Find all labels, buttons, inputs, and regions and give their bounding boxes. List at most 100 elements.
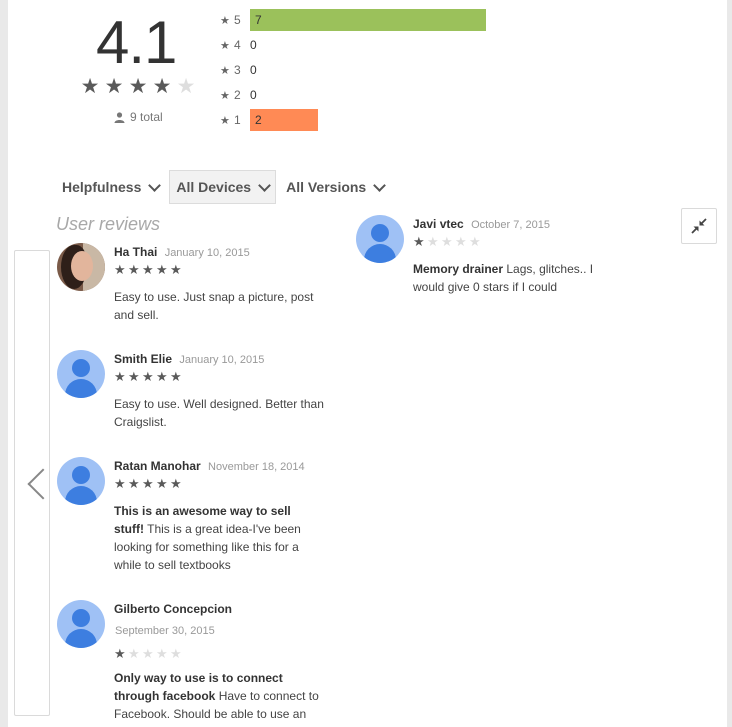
histogram-count: 2 [255,113,262,127]
star-icon: ★ [142,646,154,661]
histogram-row-3: ★ 3 0 [220,58,257,82]
star-icon: ★ [80,75,100,98]
star-icon: ★ [142,476,154,491]
review-author[interactable]: Ratan Manohar [114,459,201,473]
star-icon: ★ [156,262,168,277]
star-icon: ★ [128,75,148,98]
star-icon: ★ [114,646,126,661]
star-icon: ★ [128,476,140,491]
rating-total-label: 9 total [130,110,163,124]
star-icon: ★ [128,369,140,384]
star-icon: ★ [427,234,439,249]
star-icon: ★ [114,369,126,384]
histogram-bar: 0 [250,34,257,56]
histogram-bar: 2 [250,109,318,131]
avatar[interactable] [57,350,105,398]
reviews-page: 4.1 ★ ★ ★ ★ ★ 9 total ★ 5 7 ★ 4 0 ★ 3 0 [8,0,727,727]
person-icon [114,111,125,123]
star-icon: ★ [455,234,467,249]
chevron-left-icon [27,468,59,500]
review-body: Easy to use. Well designed. Better than … [114,395,324,431]
review-header: Javi vtec October 7, 2015 [413,217,550,231]
histogram-count: 7 [255,13,262,27]
review-body: Only way to use is to connect through fa… [114,669,324,723]
average-rating: 4.1 [96,9,177,76]
star-icon: ★ [220,114,230,127]
collapse-button[interactable] [681,208,717,244]
star-icon: ★ [220,64,230,77]
star-icon: ★ [176,75,196,98]
review-date: January 10, 2015 [179,354,265,366]
star-icon: ★ [170,369,182,384]
star-icon: ★ [413,234,425,249]
star-icon: ★ [220,89,230,102]
histogram-row-5: ★ 5 7 [220,8,486,32]
star-icon: ★ [170,476,182,491]
review-date: October 7, 2015 [471,219,550,231]
review-author[interactable]: Javi vtec [413,217,464,231]
review-text: Easy to use. Well designed. Better than … [114,397,324,429]
review-filters: Helpfulness All Devices All Versions [56,170,394,204]
review-author[interactable]: Ha Thai [114,245,157,259]
all-versions-dropdown[interactable]: All Versions [280,170,390,204]
review-date: September 30, 2015 [115,625,215,637]
review-title: Memory drainer [413,262,504,276]
all-devices-dropdown[interactable]: All Devices [169,170,277,204]
review-stars: ★ ★ ★ ★ ★ [114,646,182,661]
review-text: Easy to use. Just snap a picture, post a… [114,290,314,322]
review-body: This is an awesome way to sell stuff! Th… [114,502,324,574]
star-icon: ★ [156,476,168,491]
review-date: January 10, 2015 [164,247,250,259]
review-stars: ★ ★ ★ ★ ★ [114,476,182,491]
sort-label: Helpfulness [62,179,142,195]
histogram-row-2: ★ 2 0 [220,83,257,107]
histogram-bar: 0 [250,59,257,81]
chevron-down-icon [373,178,387,192]
sort-helpfulness-dropdown[interactable]: Helpfulness [56,170,165,204]
histogram-row-1: ★ 1 2 [220,108,318,132]
avatar[interactable] [57,457,105,505]
chevron-down-icon [148,178,162,192]
star-icon: ★ [220,14,230,27]
versions-label: All Versions [286,179,367,195]
avatar[interactable] [57,600,105,648]
rating-total: 9 total [114,110,163,124]
review-author[interactable]: Smith Elie [114,352,172,366]
histogram-star-label: 4 [234,38,241,52]
histogram-bar: 7 [250,9,486,31]
collapse-icon [691,218,707,234]
review-body: Easy to use. Just snap a picture, post a… [114,288,324,324]
average-rating-stars: ★ ★ ★ ★ ★ [80,76,196,97]
histogram-count: 0 [250,63,257,77]
histogram-row-4: ★ 4 0 [220,33,257,57]
star-icon: ★ [170,646,182,661]
review-body: Memory drainer Lags, glitches.. I would … [413,260,603,296]
star-icon: ★ [152,75,172,98]
star-icon: ★ [128,262,140,277]
star-icon: ★ [441,234,453,249]
avatar[interactable] [356,215,404,263]
review-header: Ratan Manohar November 18, 2014 [114,459,305,473]
reviews-heading: User reviews [56,214,161,234]
review-author[interactable]: Gilberto Concepcion [114,602,232,616]
star-icon: ★ [128,646,140,661]
star-icon: ★ [170,262,182,277]
review-header: Gilberto Concepcion [114,602,232,616]
histogram-star-label: 2 [234,88,241,102]
review-stars: ★ ★ ★ ★ ★ [114,262,182,277]
star-icon: ★ [114,476,126,491]
avatar[interactable] [57,243,105,291]
previous-reviews-button[interactable] [14,250,59,716]
star-icon: ★ [156,369,168,384]
star-icon: ★ [156,646,168,661]
star-icon: ★ [142,369,154,384]
star-icon: ★ [114,262,126,277]
star-icon: ★ [104,75,124,98]
histogram-bar: 0 [250,84,257,106]
star-icon: ★ [469,234,481,249]
histogram-count: 0 [250,38,257,52]
chevron-down-icon [258,178,271,192]
devices-label: All Devices [176,179,252,195]
review-date: November 18, 2014 [208,461,305,473]
histogram-star-label: 5 [234,13,241,27]
